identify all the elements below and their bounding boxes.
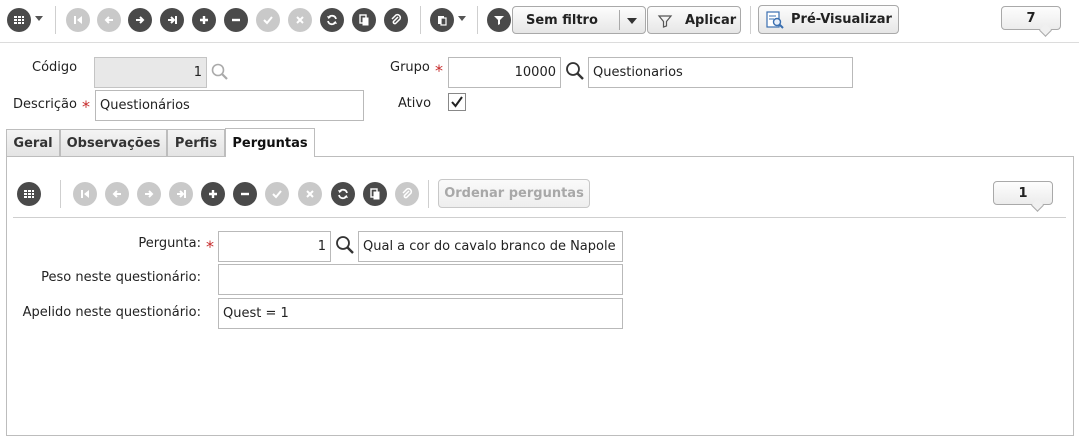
codigo-field[interactable]: 1 (94, 57, 207, 88)
apelido-label: Apelido neste questionário: (22, 305, 201, 320)
grupo-code-field[interactable]: 10000 (448, 57, 561, 88)
tab-label: Geral (13, 135, 53, 151)
dropdown-divider (619, 10, 620, 30)
toolbar-divider (0, 42, 1079, 43)
filter-settings-icon[interactable] (487, 8, 511, 32)
record-count-value: 7 (1026, 10, 1036, 26)
remove-icon[interactable] (224, 8, 248, 32)
clipboard-icon[interactable] (430, 8, 454, 32)
cancel-icon[interactable] (288, 8, 312, 32)
first-record-icon[interactable] (66, 8, 90, 32)
confirm-icon[interactable] (256, 8, 280, 32)
search-icon[interactable] (210, 62, 230, 82)
tab-observacoes[interactable]: Observações (60, 129, 167, 156)
required-asterisk: * (435, 61, 443, 80)
refresh-icon[interactable] (320, 8, 344, 32)
last-record-icon[interactable] (169, 182, 193, 206)
ativo-checkbox[interactable] (448, 93, 466, 111)
confirm-icon[interactable] (265, 182, 289, 206)
apply-filter-button[interactable]: Aplicar (647, 6, 741, 34)
copy-icon[interactable] (363, 182, 387, 206)
copy-icon[interactable] (352, 8, 376, 32)
order-questions-button[interactable]: Ordenar perguntas (438, 179, 590, 208)
peso-field[interactable] (218, 264, 623, 295)
previous-record-icon[interactable] (97, 8, 121, 32)
remove-icon[interactable] (233, 182, 257, 206)
filter-select[interactable]: Sem filtro (512, 6, 646, 34)
last-record-icon[interactable] (160, 8, 184, 32)
tab-perguntas[interactable]: Perguntas (225, 128, 315, 157)
required-asterisk: * (82, 97, 90, 116)
attach-icon[interactable] (395, 182, 419, 206)
attach-icon[interactable] (384, 8, 408, 32)
apelido-field[interactable]: Quest = 1 (218, 298, 623, 329)
tab-label: Perguntas (232, 135, 308, 151)
preview-button[interactable]: Pré-Visualizar (758, 5, 899, 34)
peso-label: Peso neste questionário: (41, 270, 201, 285)
chevron-down-icon[interactable] (35, 16, 43, 21)
detail-toolbar-divider (13, 217, 1066, 218)
pergunta-label: Pergunta: (138, 236, 201, 251)
pergunta-text-field[interactable]: Qual a cor do cavalo branco de Napole (358, 231, 623, 262)
detail-record-count-value: 1 (1018, 185, 1028, 201)
preview-document-icon (766, 11, 784, 29)
preview-label: Pré-Visualizar (791, 12, 892, 27)
previous-record-icon[interactable] (105, 182, 129, 206)
descricao-field[interactable]: Questionários (95, 90, 364, 121)
first-record-icon[interactable] (73, 182, 97, 206)
add-icon[interactable] (201, 182, 225, 206)
grid-menu-icon[interactable] (7, 8, 31, 32)
codigo-label: Código (32, 60, 78, 75)
checkmark-icon (451, 96, 463, 108)
chevron-down-icon (627, 18, 637, 24)
chevron-down-icon[interactable] (458, 16, 466, 21)
tab-geral[interactable]: Geral (6, 129, 60, 156)
required-asterisk: * (206, 237, 214, 256)
apply-filter-label: Aplicar (685, 12, 737, 28)
record-count-badge: 7 (1001, 6, 1061, 37)
search-icon[interactable] (334, 234, 356, 256)
detail-record-count-badge: 1 (993, 181, 1053, 212)
tab-label: Observações (66, 135, 161, 151)
grupo-name-field[interactable]: Questionarios (588, 57, 853, 88)
order-questions-label: Ordenar perguntas (444, 186, 584, 201)
filter-select-label: Sem filtro (526, 12, 598, 28)
next-record-icon[interactable] (128, 8, 152, 32)
refresh-icon[interactable] (331, 182, 355, 206)
tab-perfis[interactable]: Perfis (167, 129, 225, 156)
grid-menu-icon[interactable] (17, 182, 41, 206)
next-record-icon[interactable] (137, 182, 161, 206)
tab-label: Perfis (174, 135, 218, 151)
funnel-icon (657, 15, 673, 28)
ativo-label: Ativo (398, 96, 432, 111)
search-icon[interactable] (564, 60, 586, 82)
badge-tail (1039, 24, 1052, 37)
descricao-label: Descrição (13, 97, 77, 112)
cancel-icon[interactable] (298, 182, 322, 206)
add-icon[interactable] (192, 8, 216, 32)
grupo-label: Grupo (390, 60, 430, 75)
pergunta-code-field[interactable]: 1 (218, 231, 331, 262)
